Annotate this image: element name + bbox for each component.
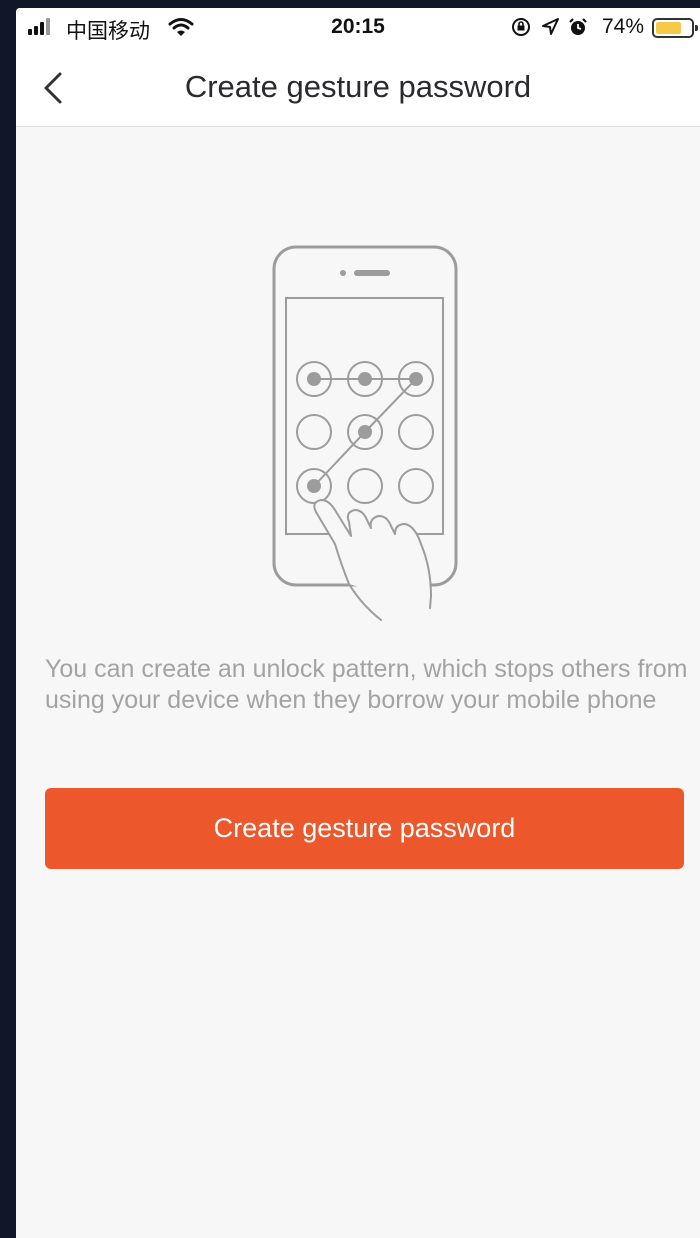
create-gesture-password-button[interactable]: Create gesture password xyxy=(45,788,684,869)
status-time: 20:15 xyxy=(331,15,385,38)
rotation-lock-icon xyxy=(510,16,532,44)
description-text: You can create an unlock pattern, which … xyxy=(45,655,688,714)
phone-pattern-lock-icon xyxy=(272,245,458,621)
navigation-bar: Create gesture password xyxy=(16,48,700,127)
battery-percentage: 74% xyxy=(602,15,645,38)
app-screen: 中国移动 20:15 74% Create gesture password Y… xyxy=(16,8,700,1238)
battery-icon xyxy=(652,18,698,38)
alarm-icon xyxy=(568,17,588,43)
page-title: Create gesture password xyxy=(184,69,532,104)
location-arrow-icon xyxy=(540,17,560,43)
status-bar: 中国移动 20:15 74% xyxy=(16,8,700,48)
